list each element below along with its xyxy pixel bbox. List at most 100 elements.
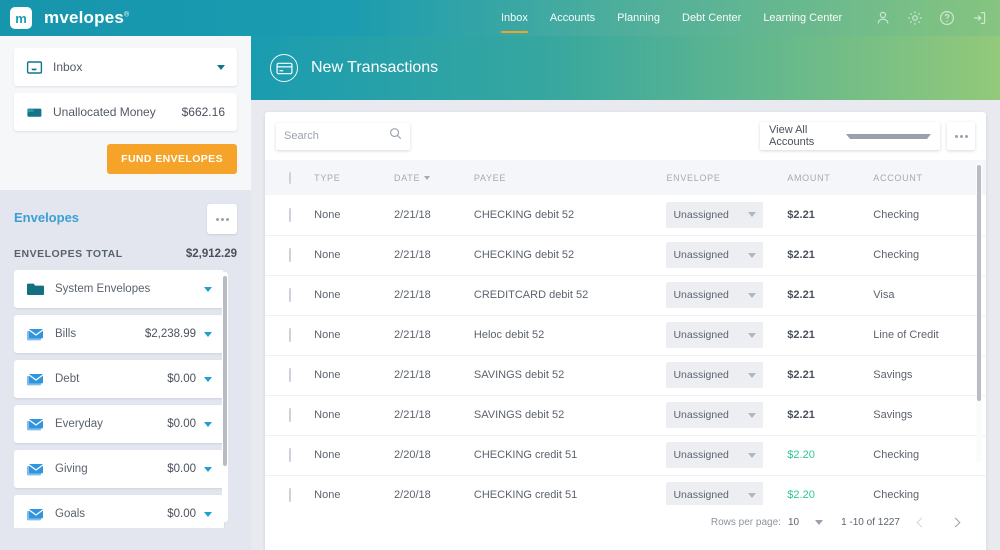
- sidebar-scrollbar[interactable]: [222, 272, 228, 522]
- table-row[interactable]: None 2/21/18 SAVINGS debit 52 Unassigned…: [265, 395, 986, 435]
- envelope-select[interactable]: Unassigned: [666, 402, 764, 428]
- table-row[interactable]: None 2/21/18 CHECKING debit 52 Unassigne…: [265, 195, 986, 235]
- column-header-type[interactable]: TYPE: [314, 160, 394, 195]
- envelope-name: Bills: [55, 328, 77, 340]
- chevron-down-icon[interactable]: [204, 286, 212, 292]
- table-row[interactable]: None 2/21/18 Heloc debit 52 Unassigned $…: [265, 315, 986, 355]
- cell-payee: CHECKING debit 52: [473, 208, 575, 221]
- panel-options-button[interactable]: [947, 122, 975, 150]
- nav-item-planning[interactable]: Planning: [606, 0, 671, 36]
- envelope-name: Goals: [55, 508, 86, 520]
- envelope-select[interactable]: Unassigned: [666, 242, 764, 268]
- rows-per-page-select[interactable]: 10: [788, 517, 824, 528]
- envelope-value: $0.00: [167, 508, 196, 520]
- cell-amount: $2.21: [787, 329, 815, 341]
- cell-account: Checking: [873, 449, 920, 461]
- nav-item-debt-center[interactable]: Debt Center: [671, 0, 752, 36]
- search-icon: [389, 127, 402, 145]
- page-header: New Transactions: [251, 36, 1000, 100]
- envelope-row-giving[interactable]: Giving $0.00: [14, 450, 224, 488]
- row-checkbox[interactable]: [289, 488, 291, 502]
- logo-mark-icon: m: [10, 7, 32, 29]
- transactions-table: TYPE DATE PAYEE ENVELOPE AMOUNT ACCOUNT …: [265, 160, 986, 505]
- column-header-select: [265, 160, 314, 195]
- table-scrollbar[interactable]: [976, 163, 982, 463]
- cell-account: Checking: [873, 489, 920, 501]
- nav-item-learning-center[interactable]: Learning Center: [752, 0, 853, 36]
- chevron-down-icon[interactable]: [204, 511, 212, 517]
- cell-envelope: Unassigned: [666, 475, 787, 505]
- row-checkbox[interactable]: [289, 448, 291, 462]
- unallocated-money-card[interactable]: Unallocated Money $662.16: [14, 93, 237, 131]
- column-header-amount[interactable]: AMOUNT: [787, 160, 873, 195]
- previous-page-button[interactable]: [908, 509, 934, 535]
- unallocated-money-label: Unallocated Money: [53, 105, 156, 119]
- fund-envelopes-button[interactable]: FUND ENVELOPES: [107, 144, 237, 174]
- fund-button-row: FUND ENVELOPES: [14, 144, 237, 174]
- column-header-date[interactable]: DATE: [394, 160, 474, 195]
- cell-date: 2/20/18: [394, 489, 431, 501]
- nav-item-accounts[interactable]: Accounts: [539, 0, 606, 36]
- select-all-checkbox[interactable]: [289, 171, 291, 184]
- column-header-envelope[interactable]: ENVELOPE: [666, 160, 787, 195]
- row-checkbox[interactable]: [289, 368, 291, 382]
- chevron-down-icon: [846, 133, 931, 139]
- envelope-select[interactable]: Unassigned: [666, 442, 764, 468]
- envelope-row-bills[interactable]: Bills $2,238.99: [14, 315, 224, 353]
- table-row[interactable]: None 2/21/18 SAVINGS debit 52 Unassigned…: [265, 355, 986, 395]
- envelope-select[interactable]: Unassigned: [666, 201, 764, 228]
- row-checkbox[interactable]: [289, 408, 291, 422]
- envelope-row-goals[interactable]: Goals $0.00: [14, 495, 224, 528]
- envelope-select[interactable]: Unassigned: [666, 362, 764, 388]
- envelope-select[interactable]: Unassigned: [666, 282, 764, 308]
- cell-envelope: Unassigned: [666, 395, 787, 435]
- search-box[interactable]: [276, 122, 410, 150]
- unallocated-money-value: $662.16: [181, 105, 225, 119]
- search-input[interactable]: [284, 130, 389, 142]
- envelopes-options-button[interactable]: [207, 204, 237, 234]
- envelope-row-debt[interactable]: Debt $0.00: [14, 360, 224, 398]
- chevron-down-icon[interactable]: [204, 466, 212, 472]
- app-root: m mvelopes® Inbox Accounts Planning Debt…: [0, 0, 1000, 550]
- account-filter-select[interactable]: View All Accounts: [760, 122, 940, 150]
- chevron-down-icon: [748, 492, 757, 498]
- envelope-select-value: Unassigned: [673, 249, 729, 261]
- row-checkbox[interactable]: [289, 207, 291, 222]
- table-row[interactable]: None 2/20/18 CHECKING credit 51 Unassign…: [265, 475, 986, 505]
- row-checkbox[interactable]: [289, 328, 291, 342]
- sort-descending-icon: [424, 176, 431, 181]
- help-icon[interactable]: [939, 10, 955, 26]
- main-content: New Transactions View All Accounts: [251, 36, 1000, 550]
- envelopes-section: Envelopes ENVELOPES TOTAL $2,912.29 Syst…: [0, 190, 251, 528]
- envelope-select-value: Unassigned: [673, 369, 729, 381]
- table-row[interactable]: None 2/20/18 CHECKING credit 51 Unassign…: [265, 435, 986, 475]
- envelope-row-everyday[interactable]: Everyday $0.00: [14, 405, 224, 443]
- row-checkbox[interactable]: [289, 248, 291, 262]
- table-row[interactable]: None 2/21/18 CHECKING debit 52 Unassigne…: [265, 235, 986, 275]
- table-row[interactable]: None 2/21/18 CREDITCARD debit 52 Unassig…: [265, 275, 986, 315]
- logout-icon[interactable]: [971, 10, 987, 26]
- chevron-down-icon[interactable]: [204, 376, 212, 382]
- envelope-row-system-envelopes[interactable]: System Envelopes: [14, 270, 224, 308]
- chevron-down-icon[interactable]: [204, 331, 212, 337]
- column-header-payee[interactable]: PAYEE: [474, 160, 667, 195]
- envelope-icon: [26, 326, 45, 342]
- inbox-selector[interactable]: Inbox: [14, 48, 237, 86]
- user-icon[interactable]: [875, 10, 891, 26]
- gear-icon[interactable]: [907, 10, 923, 26]
- envelope-select[interactable]: Unassigned: [666, 322, 764, 348]
- chevron-down-icon: [748, 332, 757, 338]
- envelope-select-value: Unassigned: [673, 329, 729, 341]
- nav-item-inbox[interactable]: Inbox: [490, 0, 539, 36]
- page-title: New Transactions: [311, 59, 439, 76]
- next-page-button[interactable]: [942, 509, 968, 535]
- chevron-right-icon: [950, 517, 960, 527]
- envelope-select[interactable]: Unassigned: [666, 482, 764, 505]
- brand-logo[interactable]: m mvelopes®: [0, 7, 245, 29]
- cell-date: 2/21/18: [394, 369, 431, 381]
- cell-envelope: Unassigned: [666, 235, 787, 275]
- chevron-down-icon[interactable]: [204, 421, 212, 427]
- column-header-account[interactable]: ACCOUNT: [873, 160, 986, 195]
- cell-account: Checking: [873, 249, 920, 261]
- row-checkbox[interactable]: [289, 288, 291, 302]
